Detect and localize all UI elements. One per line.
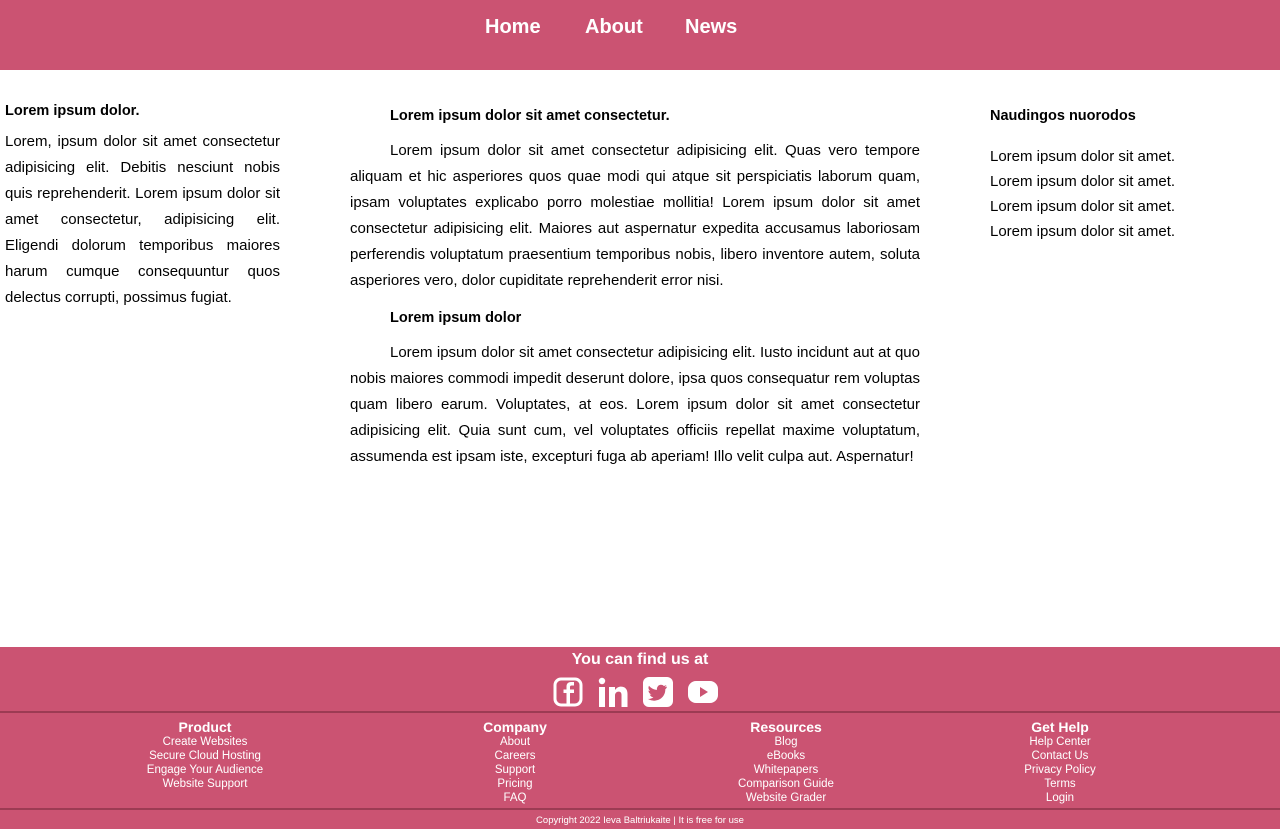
nav-about-link[interactable]: About bbox=[585, 15, 643, 39]
footer-link[interactable]: Website Support bbox=[130, 777, 280, 791]
facebook-icon[interactable] bbox=[553, 677, 583, 712]
sidebar-link[interactable]: Lorem ipsum dolor sit amet. bbox=[990, 194, 1270, 219]
left-column-title: Lorem ipsum dolor. bbox=[5, 103, 140, 119]
footer-link[interactable]: Create Websites bbox=[130, 735, 280, 749]
top-navbar: Home About News bbox=[0, 0, 1280, 70]
footer-link[interactable]: Pricing bbox=[440, 777, 590, 791]
linkedin-icon[interactable] bbox=[598, 677, 628, 712]
footer: You can find us at Product Create Websit… bbox=[0, 647, 1280, 829]
twitter-icon[interactable] bbox=[643, 677, 673, 712]
footer-link[interactable]: Blog bbox=[711, 735, 861, 749]
footer-column-title: Get Help bbox=[1031, 719, 1089, 735]
sidebar-title: Naudingos nuorodos bbox=[990, 108, 1136, 124]
footer-link[interactable]: Login bbox=[985, 791, 1135, 805]
footer-link[interactable]: eBooks bbox=[711, 749, 861, 763]
footer-link[interactable]: Engage Your Audience bbox=[130, 763, 280, 777]
copyright-text: Copyright 2022 Ieva Baltriukaite | It is… bbox=[536, 815, 744, 826]
footer-link[interactable]: Terms bbox=[985, 777, 1135, 791]
footer-column-title: Product bbox=[178, 719, 232, 735]
sidebar-link[interactable]: Lorem ipsum dolor sit amet. bbox=[990, 144, 1270, 169]
youtube-icon[interactable] bbox=[687, 677, 719, 712]
footer-divider bbox=[0, 711, 1280, 713]
footer-divider bbox=[0, 808, 1280, 810]
footer-link[interactable]: FAQ bbox=[440, 791, 590, 805]
left-column-text: Lorem, ipsum dolor sit amet consectetur … bbox=[5, 133, 280, 306]
footer-link[interactable]: Contact Us bbox=[985, 749, 1135, 763]
footer-link[interactable]: Help Center bbox=[985, 735, 1135, 749]
nav-home-link[interactable]: Home bbox=[485, 15, 541, 39]
footer-column-product: Product Create Websites Secure Cloud Hos… bbox=[130, 719, 280, 791]
footer-link[interactable]: Secure Cloud Hosting bbox=[130, 749, 280, 763]
useful-links-sidebar: Naudingos nuorodos Lorem ipsum dolor sit… bbox=[990, 106, 1270, 244]
footer-link[interactable]: Careers bbox=[440, 749, 590, 763]
footer-column-get-help: Get Help Help Center Contact Us Privacy … bbox=[985, 719, 1135, 805]
main-heading-1: Lorem ipsum dolor sit amet consectetur. bbox=[390, 108, 670, 124]
main-heading-2: Lorem ipsum dolor bbox=[390, 310, 522, 326]
footer-link[interactable]: Support bbox=[440, 763, 590, 777]
footer-link[interactable]: About bbox=[440, 735, 590, 749]
footer-column-title: Company bbox=[483, 719, 547, 735]
footer-column-resources: Resources Blog eBooks Whitepapers Compar… bbox=[711, 719, 861, 805]
footer-link[interactable]: Website Grader bbox=[711, 791, 861, 805]
left-column: Lorem ipsum dolor. Lorem, ipsum dolor si… bbox=[5, 101, 280, 311]
footer-column-title: Resources bbox=[750, 719, 822, 735]
footer-link[interactable]: Privacy Policy bbox=[985, 763, 1135, 777]
nav-news-link[interactable]: News bbox=[685, 15, 737, 39]
find-us-heading: You can find us at bbox=[571, 651, 709, 668]
main-paragraph-2: Lorem ipsum dolor sit amet consectetur a… bbox=[350, 344, 920, 465]
footer-column-company: Company About Careers Support Pricing FA… bbox=[440, 719, 590, 805]
footer-link[interactable]: Comparison Guide bbox=[711, 777, 861, 791]
main-paragraph-1: Lorem ipsum dolor sit amet consectetur a… bbox=[350, 142, 920, 289]
sidebar-link[interactable]: Lorem ipsum dolor sit amet. bbox=[990, 169, 1270, 194]
footer-link[interactable]: Whitepapers bbox=[711, 763, 861, 777]
main-content: Lorem ipsum dolor sit amet consectetur. … bbox=[350, 106, 920, 484]
sidebar-link[interactable]: Lorem ipsum dolor sit amet. bbox=[990, 219, 1270, 244]
